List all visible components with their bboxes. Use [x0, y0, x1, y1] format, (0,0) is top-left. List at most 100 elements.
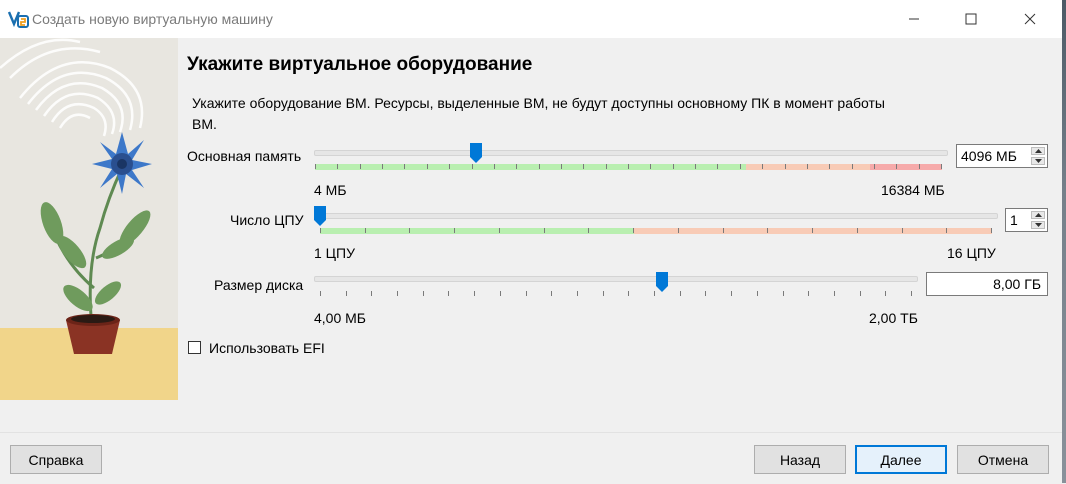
down-arrow-icon	[1034, 159, 1042, 163]
slider-tick	[852, 164, 853, 169]
slider-tick	[423, 291, 424, 296]
slider-tick	[902, 228, 903, 233]
slider-tick	[812, 228, 813, 233]
page-description: Укажите оборудование ВМ. Ресурсы, выделе…	[192, 95, 885, 132]
slider-tick	[723, 228, 724, 233]
slider-tick	[680, 291, 681, 296]
slider-tick	[785, 164, 786, 169]
slider-tick	[991, 228, 992, 233]
slider-tick	[561, 164, 562, 169]
slider-tick	[808, 291, 809, 296]
slider-tick	[885, 291, 886, 296]
slider-tick	[731, 291, 732, 296]
disk-size-field[interactable]: 8,00 ГБ	[926, 272, 1048, 296]
slider-tick	[539, 164, 540, 169]
slider-tick	[606, 164, 607, 169]
disk-slider-track[interactable]	[314, 276, 918, 282]
slider-tick	[526, 291, 527, 296]
slider-tick	[583, 164, 584, 169]
efi-checkbox-label[interactable]: Использовать EFI	[209, 340, 325, 356]
slider-tick	[757, 291, 758, 296]
slider-tick	[499, 228, 500, 233]
efi-checkbox[interactable]	[188, 341, 201, 354]
slider-tick	[654, 291, 655, 296]
cpu-ticks	[320, 228, 992, 234]
slider-tick	[404, 164, 405, 169]
back-button[interactable]: Назад	[754, 445, 846, 474]
cpu-value: 1	[1010, 212, 1018, 228]
memory-max-label: 16384 МБ	[881, 182, 945, 198]
cpu-max-label: 16 ЦПУ	[947, 245, 996, 261]
slider-tick	[588, 228, 589, 233]
slider-tick	[346, 291, 347, 296]
maximize-icon	[965, 13, 977, 25]
slider-tick	[740, 164, 741, 169]
disk-ticks	[320, 291, 912, 297]
memory-decrease-button[interactable]	[1031, 157, 1045, 165]
slider-tick	[337, 164, 338, 169]
background-window-edge	[1062, 0, 1066, 483]
slider-tick	[896, 164, 897, 169]
help-button[interactable]: Справка	[10, 445, 102, 474]
slider-tick	[577, 291, 578, 296]
slider-tick	[783, 291, 784, 296]
memory-min-label: 4 МБ	[314, 182, 347, 198]
slider-tick	[494, 164, 495, 169]
cpu-slider-thumb[interactable]	[314, 206, 326, 226]
slider-tick	[633, 228, 634, 233]
slider-tick	[762, 164, 763, 169]
slider-tick	[365, 228, 366, 233]
cpu-slider-track[interactable]	[314, 213, 998, 219]
slider-tick	[874, 164, 875, 169]
cpu-spinbox[interactable]: 1	[1005, 208, 1048, 232]
slider-tick	[695, 164, 696, 169]
slider-tick	[628, 164, 629, 169]
slider-tick	[320, 228, 321, 233]
slider-tick	[472, 164, 473, 169]
slider-tick	[474, 291, 475, 296]
slider-tick	[911, 291, 912, 296]
slider-tick	[409, 228, 410, 233]
next-button[interactable]: Далее	[855, 445, 947, 474]
potted-flower-illustration	[0, 38, 178, 400]
minimize-button[interactable]	[891, 0, 937, 38]
slider-tick	[673, 164, 674, 169]
memory-spinbox[interactable]: 4096 МБ	[956, 144, 1048, 168]
slider-tick	[371, 291, 372, 296]
close-button[interactable]	[1007, 0, 1053, 38]
slider-tick	[315, 164, 316, 169]
slider-tick	[767, 228, 768, 233]
disk-slider-thumb[interactable]	[656, 272, 668, 292]
slider-tick	[919, 164, 920, 169]
memory-value: 4096 МБ	[961, 148, 1017, 164]
slider-tick	[807, 164, 808, 169]
slider-tick	[678, 228, 679, 233]
down-arrow-icon	[1034, 223, 1042, 227]
cpu-label: Число ЦПУ	[230, 212, 304, 228]
cpu-increase-button[interactable]	[1031, 211, 1045, 219]
slider-tick	[650, 164, 651, 169]
slider-tick	[360, 164, 361, 169]
slider-tick	[454, 228, 455, 233]
slider-tick	[448, 291, 449, 296]
disk-value: 8,00 ГБ	[993, 276, 1041, 292]
cpu-decrease-button[interactable]	[1031, 221, 1045, 229]
slider-tick	[382, 164, 383, 169]
slider-tick	[320, 291, 321, 296]
slider-tick	[628, 291, 629, 296]
slider-tick	[544, 228, 545, 233]
cancel-button[interactable]: Отмена	[957, 445, 1049, 474]
slider-tick	[946, 228, 947, 233]
title-bar: Создать новую виртуальную машину	[0, 0, 1062, 38]
slider-tick	[834, 291, 835, 296]
close-icon	[1024, 13, 1036, 25]
slider-tick	[603, 291, 604, 296]
cpu-min-label: 1 ЦПУ	[314, 245, 355, 261]
memory-increase-button[interactable]	[1031, 147, 1045, 155]
maximize-button[interactable]	[948, 0, 994, 38]
slider-tick	[551, 291, 552, 296]
memory-slider-track[interactable]	[314, 150, 948, 156]
memory-slider-thumb[interactable]	[470, 143, 482, 163]
slider-tick	[427, 164, 428, 169]
disk-min-label: 4,00 МБ	[314, 310, 366, 326]
